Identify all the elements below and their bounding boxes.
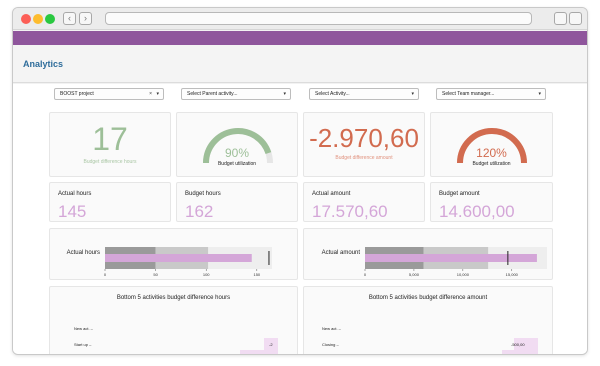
list-item: New act. – <box>74 326 93 331</box>
tick-label: 0 <box>104 272 107 277</box>
tick-label: 10,000 <box>457 272 470 277</box>
page-title: Analytics <box>23 59 64 69</box>
metric-value: 17.570,60 <box>312 202 388 221</box>
hours-util-value: 90% <box>224 146 250 160</box>
back-icon[interactable]: ‹ <box>63 12 76 25</box>
clear-icon[interactable]: × <box>149 89 152 99</box>
list-item: New act. – <box>322 326 341 331</box>
parent-activity-select[interactable]: Select Parent activity... ▾ <box>181 88 291 100</box>
title-bar: ‹ › <box>13 8 587 30</box>
project-select-value: BOOST project <box>60 91 94 97</box>
tick-label: 0 <box>364 272 367 277</box>
kpi-card-hours-diff: 17 Budget difference hours <box>49 112 171 177</box>
tick-label: 5,000 <box>409 272 420 277</box>
maximize-dot[interactable] <box>45 14 55 24</box>
top-brand-bar <box>13 31 587 45</box>
chevron-down-icon[interactable]: ▾ <box>538 89 541 99</box>
bullet-chart-amount-card: Actual amount 0 5,000 10,000 15,000 <box>303 228 553 280</box>
metric-card-actual-amount: Actual amount 17.570,60 <box>303 182 425 222</box>
metric-label: Actual amount <box>312 191 351 197</box>
hours-diff-value: 17 <box>92 121 128 157</box>
value-bar <box>240 350 278 354</box>
kpi-card-amount-diff: -2.970,60 Budget difference amount <box>303 112 425 177</box>
kpi-card-hours-util: 90% Budget utilization <box>176 112 298 177</box>
metric-value: 145 <box>58 202 87 221</box>
target-marker <box>268 251 270 265</box>
amount-diff-value: -2.970,60 <box>309 123 419 153</box>
activity-placeholder: Select Activity... <box>315 91 350 97</box>
table-title: Bottom 5 activities budget difference ho… <box>116 295 231 301</box>
amount-util-value: 120% <box>476 146 507 160</box>
amount-diff-label: Budget difference amount <box>335 155 393 161</box>
actual-bar <box>365 254 537 262</box>
metric-card-budget-hours: Budget hours 162 <box>176 182 298 222</box>
bullet-chart-amount: Actual amount 0 5,000 10,000 15,000 <box>322 247 547 277</box>
hours-diff-label: Budget difference hours <box>83 159 137 165</box>
bullet-label: Actual amount <box>322 250 361 256</box>
url-bar[interactable] <box>105 12 532 25</box>
bullet-chart-hours: Actual hours 0 50 100 150 <box>67 247 272 277</box>
tick-label: 50 <box>153 272 158 277</box>
list-item: Closing – <box>322 342 339 347</box>
chevron-down-icon[interactable]: ▾ <box>411 89 414 99</box>
metric-card-budget-amount: Budget amount 14.600,00 <box>430 182 553 222</box>
amount-util-label: Budget utilization <box>472 161 511 167</box>
project-select[interactable]: BOOST project × ▾ <box>54 88 164 100</box>
bullet-label: Actual hours <box>67 250 100 256</box>
row-value: -2 <box>269 342 273 347</box>
team-manager-placeholder: Select Team manager... <box>442 91 495 97</box>
metric-card-actual-hours: Actual hours 145 <box>49 182 171 222</box>
parent-activity-placeholder: Select Parent activity... <box>187 91 238 97</box>
metric-value: 162 <box>185 202 214 221</box>
bullet-chart-hours-card: Actual hours 0 50 100 150 <box>49 228 298 280</box>
activity-select[interactable]: Select Activity... ▾ <box>309 88 419 100</box>
tick-label: 15,000 <box>506 272 519 277</box>
value-bar <box>502 350 538 354</box>
actual-bar <box>105 254 252 262</box>
browser-window: ‹ › Analytics BOOST project × ▾ Select P… <box>12 7 588 355</box>
bottom-activities-amount-card: Bottom 5 activities budget difference am… <box>303 286 553 354</box>
target-marker <box>507 251 509 265</box>
team-manager-select[interactable]: Select Team manager... ▾ <box>436 88 546 100</box>
hours-util-label: Budget utilization <box>217 161 257 167</box>
table-title: Bottom 5 activities budget difference am… <box>368 295 488 301</box>
page-header: Analytics <box>13 45 587 83</box>
metric-label: Actual hours <box>58 191 92 197</box>
close-dot[interactable] <box>21 14 31 24</box>
duplicate-window-icon[interactable] <box>554 12 567 25</box>
tick-label: 100 <box>203 272 210 277</box>
minimize-dot[interactable] <box>33 14 43 24</box>
tick-label: 150 <box>253 272 260 277</box>
list-item: Start up – <box>74 342 92 347</box>
chevron-down-icon[interactable]: ▾ <box>156 89 159 99</box>
row-value: -500,00 <box>511 342 525 347</box>
forward-icon[interactable]: › <box>79 12 92 25</box>
share-icon[interactable] <box>569 12 582 25</box>
bottom-activities-hours-card: Bottom 5 activities budget difference ho… <box>49 286 298 354</box>
metric-label: Budget hours <box>185 191 221 197</box>
chevron-down-icon[interactable]: ▾ <box>283 89 286 99</box>
metric-value: 14.600,00 <box>439 202 515 221</box>
metric-label: Budget amount <box>439 191 480 197</box>
kpi-card-amount-util: 120% Budget utilization <box>430 112 553 177</box>
